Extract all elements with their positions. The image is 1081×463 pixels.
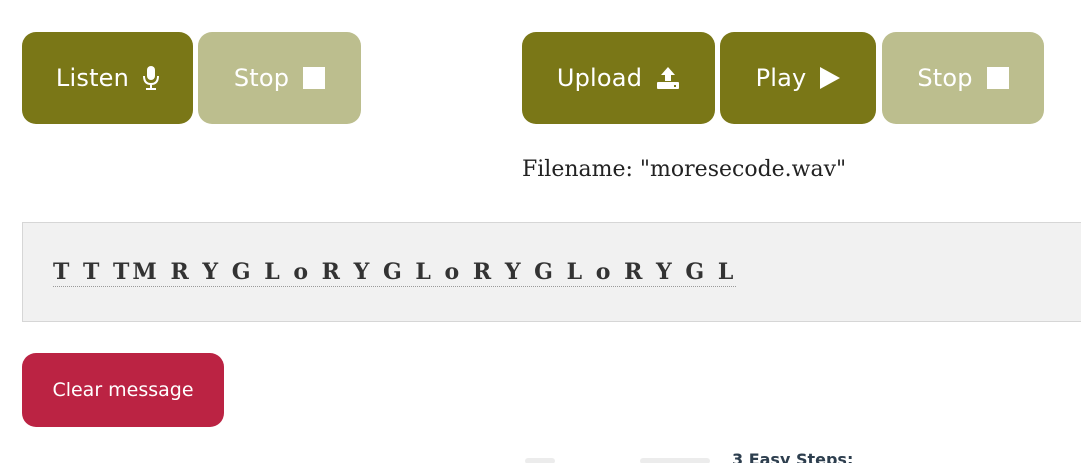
play-icon <box>820 67 841 89</box>
filename-text: Filename: "moresecode.wav" <box>522 157 847 182</box>
listen-button[interactable]: Listen <box>22 32 193 124</box>
stop-square-icon <box>986 67 1009 89</box>
decoded-message-box: T T TM R Y G L o R Y G L o R Y G L o R Y… <box>22 222 1081 322</box>
stop-play-button[interactable]: Stop <box>882 32 1044 124</box>
play-button[interactable]: Play <box>720 32 876 124</box>
microphone-icon <box>143 66 160 90</box>
play-button-label: Play <box>755 64 807 92</box>
upload-button-label: Upload <box>556 64 643 92</box>
upload-button[interactable]: Upload <box>522 32 715 124</box>
steps-heading: 3 Easy Steps: <box>732 450 854 463</box>
clear-message-button[interactable]: Clear message <box>22 353 224 427</box>
stop-square-icon <box>303 67 326 89</box>
stop-listen-button-label: Stop <box>233 64 290 92</box>
listen-button-label: Listen <box>55 64 130 92</box>
stop-listen-button[interactable]: Stop <box>198 32 361 124</box>
decoded-message-text: T T TM R Y G L o R Y G L o R Y G L o R Y… <box>53 259 737 287</box>
partial-divider <box>525 458 555 463</box>
clear-message-label: Clear message <box>52 379 194 401</box>
stop-play-button-label: Stop <box>917 64 973 92</box>
upload-icon <box>656 66 680 90</box>
partial-divider <box>640 458 710 463</box>
